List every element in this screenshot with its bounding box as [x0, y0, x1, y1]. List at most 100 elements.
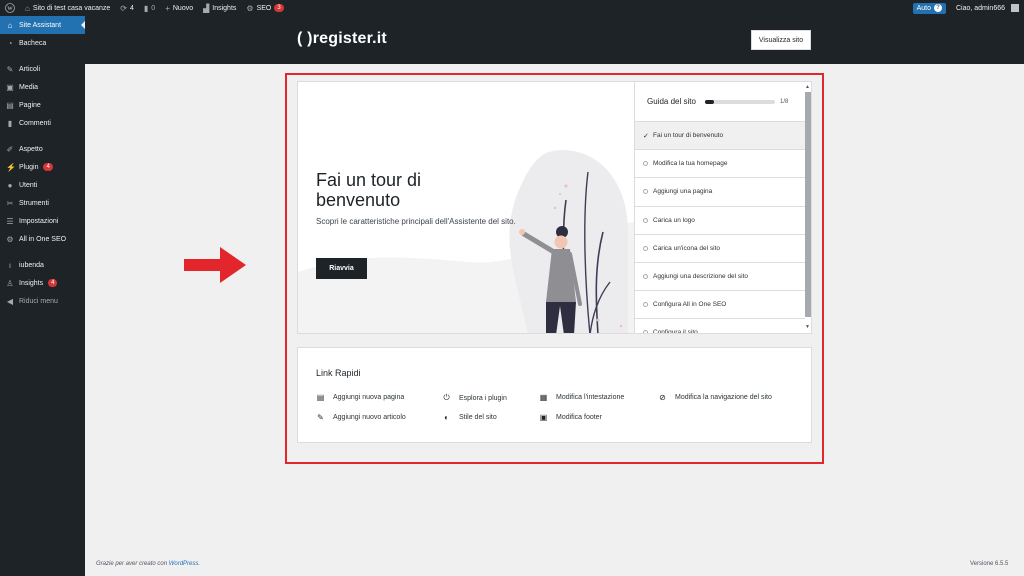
comment-icon: ▮ — [7, 118, 13, 128]
plugin-badge: 4 — [43, 163, 53, 171]
bar-chart-icon: ▟ — [203, 3, 210, 13]
collapse-menu-button[interactable]: ◀ Riduci menu — [0, 292, 85, 310]
admin-bar: W ⌂ Sito di test casa vacanze ⟳ 4 ▮ 0 + … — [0, 0, 1024, 16]
sidebar-item-label: Aspetto — [19, 145, 43, 153]
sidebar-item-label: Insights — [19, 279, 44, 287]
sidebar-item-commenti[interactable]: ▮ Commenti — [0, 114, 85, 132]
quick-link-edit-footer[interactable]: ▣ Modifica footer — [539, 413, 602, 422]
sidebar-item-label: Utenti — [19, 181, 38, 189]
guide-step[interactable]: ✓ Fai un tour di benvenuto — [635, 122, 805, 151]
sidebar-item-aspetto[interactable]: ✐ Aspetto — [0, 140, 85, 158]
sidebar-item-insights[interactable]: ♙ Insights 4 — [0, 274, 85, 292]
wordpress-link[interactable]: WordPress — [169, 561, 199, 567]
sidebar-item-bacheca[interactable]: ◔ Bacheca — [0, 34, 85, 52]
sidebar-item-label: Riduci menu — [19, 297, 58, 305]
quick-link-add-post[interactable]: ✎ Aggiungi nuovo articolo — [316, 413, 406, 422]
updates-icon: ⟳ — [120, 3, 127, 13]
guide-step[interactable]: Configura All in One SEO — [635, 291, 805, 320]
quick-link-add-page[interactable]: ▤ Aggiungi nuova pagina — [316, 393, 405, 402]
insights-icon: ♙ — [6, 278, 14, 288]
dashboard-icon: ◔ — [7, 38, 13, 48]
updates-link[interactable]: ⟳ 4 — [115, 0, 139, 16]
sidebar-item-label: Pagine — [19, 101, 41, 109]
quick-link-label: Modifica la navigazione del sito — [675, 394, 772, 401]
circle-icon — [643, 274, 648, 280]
sidebar-item-strumenti[interactable]: ✂ Strumenti — [0, 194, 85, 212]
compass-icon: ⊘ — [659, 393, 666, 402]
account-menu[interactable]: Ciao, admin666 — [951, 0, 1024, 16]
guide-step-label: Carica un logo — [653, 216, 695, 224]
quick-link-label: Aggiungi nuova pagina — [333, 394, 405, 401]
seo-link[interactable]: ⚙ SEO 3 — [241, 0, 288, 16]
circle-icon — [643, 161, 648, 167]
quick-link-edit-header[interactable]: ▦ Modifica l'intestazione — [539, 393, 625, 402]
guide-progress-count: 1/8 — [780, 98, 789, 105]
contrast-icon: ◐ — [444, 413, 449, 422]
sidebar-item-all-in-one-seo[interactable]: ⚙ All in One SEO — [0, 230, 85, 248]
menu-separator — [0, 132, 85, 140]
quick-link-label: Aggiungi nuovo articolo — [333, 414, 406, 421]
guide-step[interactable]: Modifica la tua homepage — [635, 150, 805, 179]
seo-gear-icon: ⚙ — [246, 3, 254, 13]
sidebar-item-site-assistant[interactable]: ⌂ Site Assistant — [0, 16, 85, 34]
circle-icon — [643, 189, 648, 195]
comments-count: 0 — [151, 4, 156, 12]
collapse-icon: ◀ — [6, 296, 14, 306]
menu-separator — [0, 248, 85, 256]
new-content-link[interactable]: + Nuovo — [160, 0, 198, 16]
seo-badge: 3 — [274, 4, 284, 12]
media-icon: ▣ — [6, 82, 14, 92]
svg-text:W: W — [7, 6, 13, 12]
sidebar-item-plugin[interactable]: ⚡ Plugin 4 — [0, 158, 85, 176]
sidebar-item-pagine[interactable]: ▤ Pagine — [0, 96, 85, 114]
wrench-icon: ✂ — [6, 198, 14, 208]
assistant-header: ( )register.it Visualizza sito — [85, 16, 1024, 64]
footer-layout-icon: ▣ — [539, 413, 548, 422]
guide-header: Guida del sito 1/8 — [635, 82, 811, 122]
circle-icon — [643, 245, 648, 251]
guide-step[interactable]: Carica un'icona del sito — [635, 235, 805, 263]
quick-link-explore-plugins[interactable]: ⏻ Esplora i plugin — [442, 393, 507, 403]
guide-scrollbar[interactable]: ▲ ▼ — [805, 84, 811, 331]
sidebar-item-articoli[interactable]: ✎ Articoli — [0, 60, 85, 78]
sidebar-item-label: iubenda — [19, 261, 44, 269]
sidebar-item-utenti[interactable]: ● Utenti — [0, 176, 85, 194]
sidebar-item-iubenda[interactable]: ı iubenda — [0, 256, 85, 274]
quick-link-edit-navigation[interactable]: ⊘ Modifica la navigazione del sito — [658, 393, 772, 402]
scroll-down-icon[interactable]: ▼ — [805, 324, 810, 330]
guide-step-label: Modifica la tua homepage — [653, 160, 728, 168]
guide-step[interactable]: Configura il sito — [635, 319, 805, 333]
tour-title: Fai un tour di benvenuto — [316, 170, 422, 210]
quick-link-label: Modifica l'intestazione — [556, 394, 625, 401]
insights-label: Insights — [212, 4, 237, 12]
sidebar-item-label: Bacheca — [19, 39, 47, 47]
insights-badge: 4 — [48, 279, 58, 287]
comments-link[interactable]: ▮ 0 — [139, 0, 160, 16]
quick-links-card: Link Rapidi ▤ Aggiungi nuova pagina ⏻ Es… — [297, 347, 812, 443]
guide-progress-bar — [705, 99, 775, 104]
page-icon: ▤ — [316, 393, 325, 402]
guide-step[interactable]: Aggiungi una descrizione del sito — [635, 263, 805, 292]
sidebar-item-media[interactable]: ▣ Media — [0, 78, 85, 96]
restart-tour-button[interactable]: Riavvia — [316, 258, 367, 279]
sidebar-item-impostazioni[interactable]: ☰ Impostazioni — [0, 212, 85, 230]
visit-site-button[interactable]: Visualizza sito — [751, 30, 811, 50]
scroll-thumb[interactable] — [805, 92, 811, 317]
guide-step-label: Configura All in One SEO — [653, 301, 727, 309]
footer-thanks-suffix: . — [198, 561, 201, 567]
guide-step-label: Carica un'icona del sito — [653, 244, 720, 252]
guide-step-label: Fai un tour di benvenuto — [653, 132, 724, 140]
quick-link-site-style[interactable]: ◐ Stile del sito — [442, 413, 497, 422]
insights-link[interactable]: ▟ Insights — [198, 0, 241, 16]
guide-step[interactable]: Aggiungi una pagina — [635, 178, 805, 207]
comment-icon: ▮ — [143, 3, 149, 13]
avatar — [1011, 4, 1019, 12]
auto-toggle[interactable]: Auto ? — [908, 0, 951, 16]
scroll-up-icon[interactable]: ▲ — [805, 84, 810, 90]
pages-icon: ▤ — [6, 100, 14, 110]
guide-step-label: Aggiungi una descrizione del sito — [653, 273, 749, 281]
site-name-link[interactable]: ⌂ Sito di test casa vacanze — [20, 0, 115, 16]
guide-step[interactable]: Carica un logo — [635, 207, 805, 235]
user-icon: ● — [7, 180, 13, 190]
wordpress-logo-button[interactable]: W — [0, 0, 20, 16]
